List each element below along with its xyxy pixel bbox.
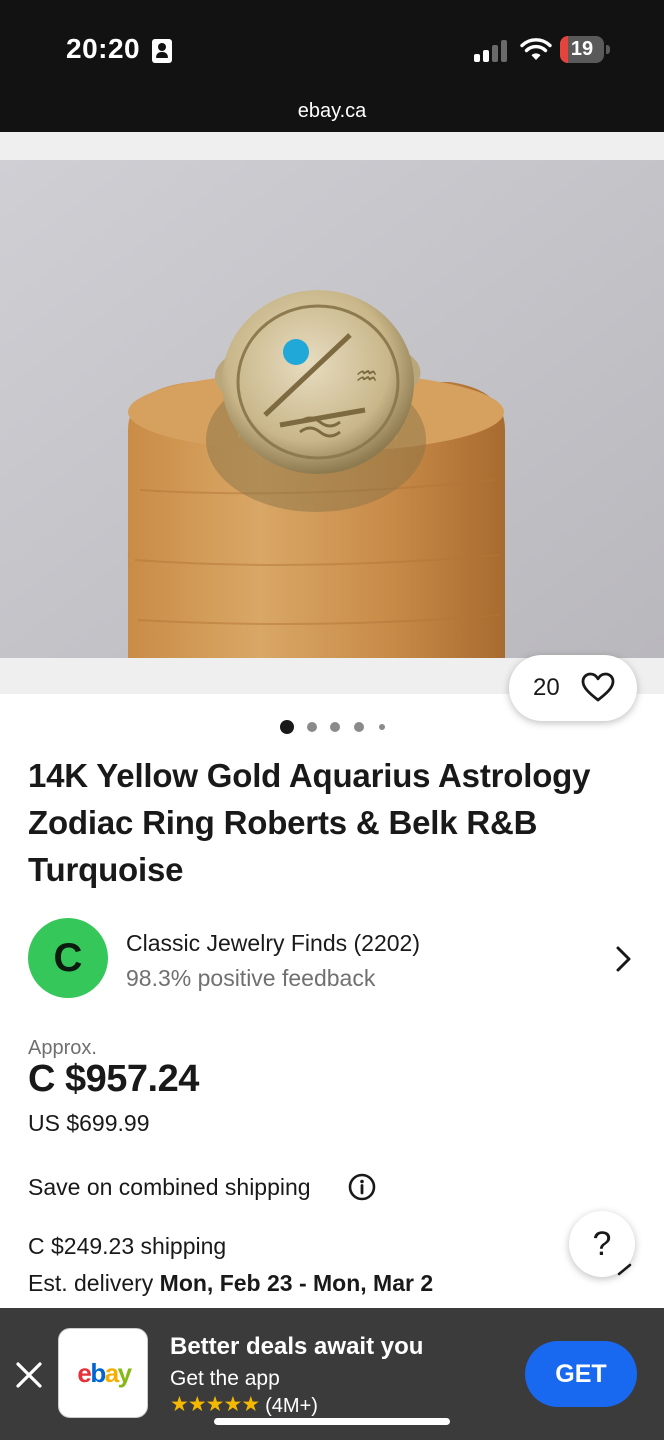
get-app-button[interactable]: GET — [525, 1341, 637, 1407]
pagination-dot[interactable] — [354, 722, 364, 732]
battery-level: 19 — [570, 38, 594, 60]
seller-avatar: C — [28, 918, 108, 998]
product-photo[interactable]: ♒ — [0, 160, 664, 658]
star-icon: ★ — [241, 1393, 261, 1416]
star-icon: ★ — [187, 1393, 207, 1416]
price-approx-label: Approx. — [28, 1037, 97, 1059]
chevron-icon — [617, 1263, 632, 1276]
ebay-app-logo: ebay — [58, 1328, 148, 1418]
info-icon[interactable] — [348, 1173, 376, 1201]
watch-button[interactable]: 20 — [509, 655, 637, 721]
combined-shipping-row[interactable]: Save on combined shipping — [28, 1170, 376, 1204]
app-download-banner: ebay Better deals await you Get the app … — [0, 1308, 664, 1440]
heart-icon — [581, 672, 615, 702]
watch-count: 20 — [533, 674, 560, 701]
pagination-dot[interactable] — [379, 724, 385, 730]
contact-icon — [152, 39, 172, 63]
signal-icon — [474, 38, 510, 62]
combined-shipping-label: Save on combined shipping — [28, 1174, 311, 1200]
image-pagination-dots — [278, 718, 388, 736]
status-bar: 20:20 19 ebay.ca — [0, 0, 664, 132]
pagination-dot[interactable] — [330, 722, 340, 732]
app-rating: ★★★★★ (4M+) — [170, 1393, 318, 1417]
battery-icon: 19 — [560, 36, 610, 63]
rating-count: (4M+) — [265, 1395, 318, 1417]
banner-subtitle: Get the app — [170, 1367, 280, 1390]
status-time: 20:20 — [66, 33, 141, 64]
estimated-delivery: Est. delivery Mon, Feb 23 - Mon, Mar 2 — [28, 1270, 433, 1297]
address-bar-url[interactable]: ebay.ca — [0, 100, 664, 123]
star-icon: ★ — [223, 1393, 243, 1416]
price-converted: C $957.24 — [28, 1058, 199, 1100]
pagination-dot[interactable] — [280, 720, 294, 734]
seller-feedback: 98.3% positive feedback — [126, 965, 376, 991]
star-icon: ★ — [205, 1393, 225, 1416]
wifi-icon — [520, 38, 552, 60]
banner-title: Better deals await you — [170, 1333, 424, 1360]
image-gallery[interactable]: ♒ — [0, 132, 664, 694]
home-indicator — [214, 1418, 450, 1425]
seller-info-row[interactable]: C Classic Jewelry Finds (2202) 98.3% pos… — [0, 914, 664, 1004]
close-icon[interactable] — [14, 1360, 44, 1390]
listing-title: 14K Yellow Gold Aquarius Astrology Zodia… — [28, 757, 591, 888]
pagination-dot[interactable] — [307, 722, 317, 732]
seller-name: Classic Jewelry Finds (2202) — [126, 930, 420, 956]
delivery-label: Est. delivery — [28, 1270, 154, 1296]
price-original: US $699.99 — [28, 1110, 150, 1136]
star-icon: ★ — [170, 1393, 189, 1416]
delivery-dates: Mon, Feb 23 - Mon, Mar 2 — [159, 1270, 434, 1296]
svg-text:♒: ♒ — [355, 362, 378, 392]
shipping-cost: C $249.23 shipping — [28, 1233, 227, 1259]
chevron-right-icon — [616, 946, 631, 972]
